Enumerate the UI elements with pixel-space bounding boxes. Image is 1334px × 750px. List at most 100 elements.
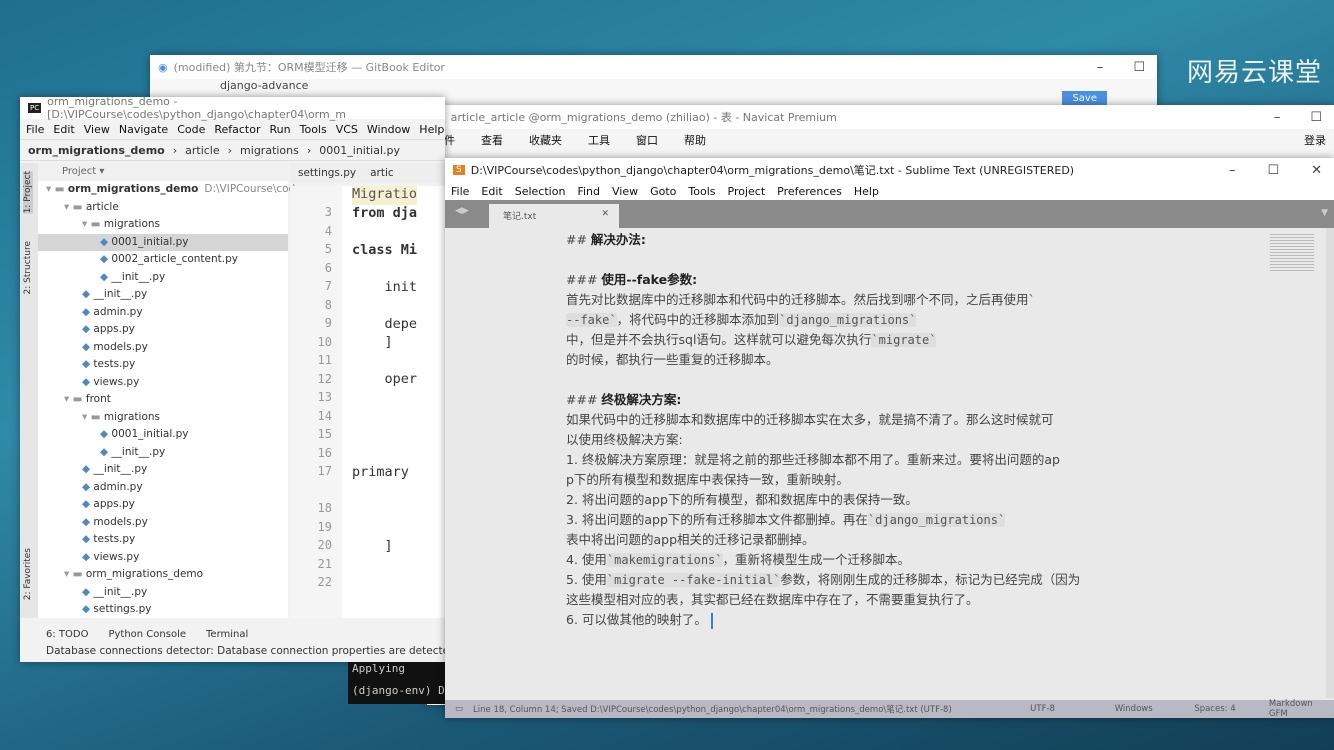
tree-file[interactable]: ◆ tests.py <box>38 356 288 374</box>
navicat-menu-help[interactable]: 帮助 <box>684 132 706 148</box>
tree-file[interactable]: ◆ tests.py <box>38 531 288 549</box>
minimap[interactable] <box>1270 232 1314 272</box>
tab-close-icon[interactable]: ✕ <box>601 209 609 219</box>
terminal-tab[interactable]: Terminal <box>206 629 248 640</box>
code-line: init <box>352 278 418 295</box>
menu-preferences[interactable]: Preferences <box>777 185 842 198</box>
tab-notes[interactable]: 笔记.txt ✕ <box>489 204 619 228</box>
tree-folder[interactable]: ▾ ▬ article <box>38 199 288 217</box>
side-tab-favorites[interactable]: 2: Favorites <box>23 548 33 600</box>
tab-dropdown-icon[interactable]: ▼ <box>1321 208 1328 218</box>
menu-project[interactable]: Project <box>728 185 766 198</box>
navicat-menu-favorites[interactable]: 收藏夹 <box>529 132 562 148</box>
python-file-icon: ◆ <box>82 498 94 510</box>
menu-file[interactable]: File <box>451 185 469 198</box>
menu-edit[interactable]: Edit <box>481 185 502 198</box>
navicat-login[interactable]: 登录 <box>1304 132 1334 148</box>
menu-tools[interactable]: Tools <box>300 123 327 136</box>
tree-folder[interactable]: ▾ ▬ front <box>38 391 288 409</box>
menu-code[interactable]: Code <box>177 123 205 136</box>
tree-file[interactable]: ◆ apps.py <box>38 321 288 339</box>
line-number: 17 <box>317 464 332 478</box>
navicat-menu-window[interactable]: 窗口 <box>636 132 658 148</box>
line-number: 13 <box>317 390 332 404</box>
python-file-icon: ◆ <box>82 375 94 388</box>
breadcrumb-file[interactable]: 0001_initial.py <box>319 144 400 157</box>
side-tab-structure[interactable]: 2: Structure <box>23 241 33 295</box>
tab-settings[interactable]: settings.py <box>298 167 356 179</box>
save-button[interactable]: Save <box>1062 91 1107 106</box>
pycharm-window: PC orm_migrations_demo - [D:\VIPCourse\co… <box>20 95 446 662</box>
menu-view[interactable]: View <box>84 123 110 136</box>
menu-navigate[interactable]: Navigate <box>119 123 168 136</box>
tab-article[interactable]: artic <box>370 167 394 179</box>
minimize-button[interactable]: – <box>1097 60 1104 75</box>
minimize-button[interactable]: – <box>1274 110 1281 125</box>
menu-file[interactable]: File <box>26 123 44 136</box>
tree-folder[interactable]: ▾ ▬ migrations <box>38 216 288 234</box>
maximize-button[interactable]: ☐ <box>1267 163 1279 178</box>
minimize-button[interactable]: – <box>1229 163 1236 178</box>
gitbook-tab[interactable]: django-advance <box>150 79 1157 92</box>
menu-vcs[interactable]: VCS <box>336 123 358 136</box>
menu-selection[interactable]: Selection <box>515 185 566 198</box>
navicat-menu-tools[interactable]: 工具 <box>588 132 610 148</box>
inline-code: `django_migrations` <box>867 513 1006 527</box>
menu-find[interactable]: Find <box>577 185 600 198</box>
tree-folder[interactable]: ▾ ▬ orm_migrations_demo D:\VIPCourse\code… <box>38 181 307 199</box>
close-button[interactable]: ✕ <box>1311 163 1322 178</box>
tree-file[interactable]: ◆ models.py <box>38 514 288 532</box>
status-icon[interactable]: ▭ <box>455 704 463 714</box>
tree-file[interactable]: ◆ __init__.py <box>38 444 288 462</box>
line-text: 这些模型相对应的表，其实都已经在数据库中存在了，不需要重复执行了。 <box>566 592 979 607</box>
menu-view[interactable]: View <box>612 185 638 198</box>
todo-tab[interactable]: 6: TODO <box>46 629 88 640</box>
indentation[interactable]: Spaces: 4 <box>1194 704 1269 714</box>
menu-run[interactable]: Run <box>270 123 291 136</box>
project-view-selector[interactable]: Project <box>62 166 96 177</box>
tree-file[interactable]: ◆ 0001_initial.py <box>38 233 288 251</box>
tree-file[interactable]: ◆ admin.py <box>38 304 288 322</box>
tree-file[interactable]: ◆ admin.py <box>38 479 288 497</box>
tree-file[interactable]: ◆ 0001_initial.py <box>38 426 288 444</box>
code-area[interactable]: Migratio from dja class Mi init depe ] ope… <box>342 186 418 618</box>
terminal-snippet: Applying (django-env) D <box>348 662 445 704</box>
inline-code: `migrate` <box>871 333 937 347</box>
python-console-tab[interactable]: Python Console <box>108 629 186 640</box>
navicat-menu-view[interactable]: 查看 <box>481 132 503 148</box>
syntax[interactable]: Markdown GFM <box>1269 699 1334 719</box>
tree-file[interactable]: ◆ 0002_article_content.py <box>38 251 288 269</box>
menu-help[interactable]: Help <box>419 123 444 136</box>
maximize-button[interactable]: ☐ <box>1310 110 1322 125</box>
tree-file[interactable]: ◆ __init__.py <box>38 286 288 304</box>
tree-file[interactable]: ◆ models.py <box>38 339 288 357</box>
tree-folder[interactable]: ▾ ▬ migrations <box>38 409 288 427</box>
tree-file[interactable]: ◆ __init__.py <box>38 269 288 287</box>
scrollbar[interactable] <box>1326 228 1334 698</box>
menu-goto[interactable]: Goto <box>650 185 676 198</box>
tree-folder[interactable]: ▾ ▬ orm_migrations_demo <box>38 566 288 584</box>
tree-file[interactable]: ◆ __init__.py <box>38 461 288 479</box>
breadcrumb-migrations[interactable]: migrations <box>240 144 299 157</box>
side-tab-project[interactable]: 1: Project <box>23 171 33 214</box>
line-endings[interactable]: Windows <box>1115 704 1195 714</box>
menu-help[interactable]: Help <box>854 185 879 198</box>
text-line: 表中将出问题的app相关的迁移记录都删掉。 <box>566 530 815 550</box>
menu-edit[interactable]: Edit <box>53 123 74 136</box>
encoding[interactable]: UTF-8 <box>1030 704 1115 714</box>
breadcrumb-article[interactable]: article <box>185 144 220 157</box>
tree-file[interactable]: ◆ settings.py <box>38 601 288 619</box>
nav-arrows-icon[interactable]: ◀▶ <box>455 206 469 216</box>
text-area[interactable]: ## 解决办法: ### 使用--fake参数: 首先对比数据库中的迁移脚本和代码中… <box>445 228 1334 718</box>
maximize-button[interactable]: ☐ <box>1133 60 1145 75</box>
text-line: p下的所有模型和数据库中表保持一致，重新映射。 <box>566 470 849 490</box>
tree-file[interactable]: ◆ apps.py <box>38 496 288 514</box>
menu-tools[interactable]: Tools <box>688 185 715 198</box>
breadcrumb-project[interactable]: orm_migrations_demo <box>28 144 165 157</box>
tree-file[interactable]: ◆ __init__.py <box>38 584 288 602</box>
menu-refactor[interactable]: Refactor <box>214 123 260 136</box>
tree-file[interactable]: ◆ views.py <box>38 374 288 392</box>
tree-file[interactable]: ◆ views.py <box>38 549 288 567</box>
menu-window[interactable]: Window <box>367 123 410 136</box>
